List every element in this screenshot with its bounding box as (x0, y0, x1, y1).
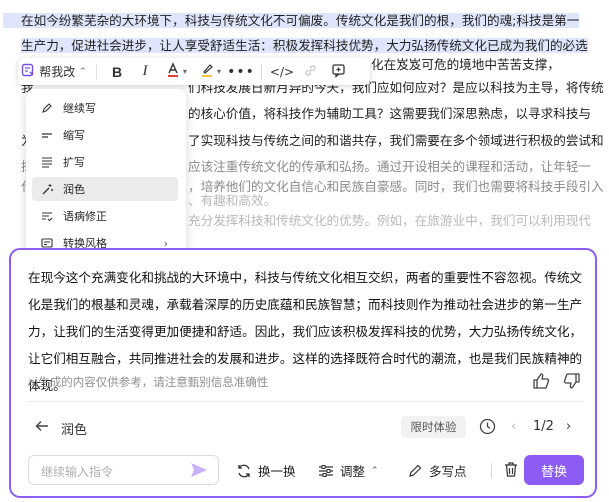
menu-item-grammar-fix[interactable]: 语病修正 (32, 204, 178, 228)
menu-item-shorten[interactable]: 缩写 (32, 123, 178, 147)
chevron-up-icon: ⌃ (371, 465, 379, 476)
prompt-input-box[interactable] (28, 455, 219, 485)
selected-text-2: 生产力，促进社会进步，让人享受舒适生活：积极发挥科技优势，大力弘扬传统文化已成为… (21, 38, 588, 53)
menu-item-expand[interactable]: 扩写 (32, 150, 178, 174)
chevron-right-icon: › (566, 419, 572, 434)
adjust-label: 调整 (340, 464, 366, 479)
ai-disclaimer: ai生成的内容仅供参考，请注意甄别信息准确性 (28, 375, 269, 389)
current-action-label: 润色 (61, 423, 88, 438)
adjust-button[interactable]: 调整 ⌃ (318, 461, 379, 480)
shorten-icon (40, 129, 54, 141)
chevron-left-icon: ‹ (511, 419, 517, 434)
write-more-button[interactable]: 多写点 (408, 461, 467, 480)
action-divider (491, 463, 492, 478)
toolbar-divider (96, 63, 97, 80)
bold-button[interactable]: B (103, 58, 131, 85)
trash-icon (505, 462, 517, 477)
doc-text: 、有趣和高效。 (188, 193, 277, 208)
doc-text: 化在岌岌可危的境地中苦苦支撑， (371, 57, 560, 72)
help-me-edit-menu: 继续写 缩写 扩写 润色 语病修正 转换风格 › (26, 89, 186, 261)
format-toolbar: 帮我改 ⌃ B I ▾ ▾ ••• </> (18, 58, 370, 85)
help-me-edit-button[interactable]: 帮我改 ⌃ (18, 58, 90, 85)
menu-item-label: 缩写 (63, 129, 85, 142)
highlighter-icon (199, 62, 215, 81)
history-button[interactable] (479, 418, 496, 439)
comment-button[interactable] (324, 58, 352, 85)
regenerate-button[interactable]: 换一换 (236, 461, 296, 480)
code-icon: </> (269, 64, 295, 79)
code-button[interactable]: </> (268, 58, 296, 85)
doc-text: 的核心价值，将科技作为辅助工具？这需要我们深思熟虑，以寻求科技与 (188, 106, 591, 121)
doc-line-5: 的核心价值，将科技作为辅助工具？这需要我们深思熟虑，以寻求科技与 (188, 101, 591, 128)
menu-item-label: 语病修正 (63, 210, 107, 223)
page-indicator: 1/2 (533, 419, 554, 434)
link-icon (303, 63, 318, 81)
menu-item-polish[interactable]: 润色 (32, 177, 178, 201)
text-color-button[interactable]: ▾ (159, 58, 193, 85)
result-nav-row: 润色 限时体验 ‹ 1/2 › (28, 416, 584, 440)
thumbs-up-button[interactable] (532, 372, 550, 390)
back-button[interactable] (34, 418, 50, 438)
magic-wand-icon (40, 183, 54, 196)
send-button[interactable] (190, 462, 208, 482)
chevron-down-icon: ▾ (216, 67, 221, 76)
menu-item-label: 扩写 (63, 156, 85, 169)
prompt-input[interactable] (39, 462, 183, 481)
chevron-down-icon: ⌃ (79, 66, 87, 77)
comment-icon (331, 63, 346, 81)
thumbs-down-icon (563, 373, 581, 394)
clock-icon (479, 418, 496, 435)
highlight-button[interactable]: ▾ (193, 58, 227, 85)
text-color-icon (165, 62, 181, 81)
chevron-down-icon: ▾ (182, 67, 187, 76)
link-button[interactable] (296, 58, 324, 85)
toolbar-divider (261, 63, 262, 80)
doc-line-1: 在如今纷繁芜杂的大环境下，科技与传统文化不可偏废。传统文化是我们的根，我们的魂;… (3, 8, 580, 35)
help-me-edit-label: 帮我改 (39, 65, 76, 79)
menu-item-label: 继续写 (63, 102, 96, 115)
thumbs-up-icon (532, 373, 550, 394)
refresh-icon (238, 464, 250, 477)
panel-divider (28, 401, 584, 402)
italic-button[interactable]: I (131, 58, 159, 85)
doc-line-10: 充分发挥科技和传统文化的优势。例如，在旅游业中，我们可以利用现代 (188, 208, 591, 235)
prev-result-button[interactable]: ‹ (511, 419, 516, 434)
selected-text-1: 在如今纷繁芜杂的大环境下，科技与传统文化不可偏废。传统文化是我们的根，我们的魂;… (3, 13, 580, 28)
menu-item-continue-writing[interactable]: 继续写 (32, 96, 178, 120)
doc-text: 应该注重传统文化的传承和弘扬。通过开设相关的课程和活动，让年轻一 (188, 159, 591, 174)
pen-icon (40, 102, 54, 114)
bold-icon: B (111, 63, 123, 80)
thumbs-down-button[interactable] (563, 372, 581, 390)
regenerate-label: 换一换 (258, 464, 296, 479)
pen-icon (409, 464, 422, 477)
send-icon (191, 463, 207, 477)
next-result-button[interactable]: › (566, 419, 571, 434)
expand-icon (40, 156, 54, 168)
more-button[interactable]: ••• (227, 58, 255, 85)
doc-text: 充分发挥科技和传统文化的优势。例如，在旅游业中，我们可以利用现代 (188, 213, 591, 228)
ai-edit-icon (21, 63, 35, 80)
arrow-left-icon (35, 421, 48, 431)
limited-trial-badge: 限时体验 (401, 416, 466, 438)
menu-item-label: 润色 (63, 183, 85, 196)
sliders-icon (319, 464, 333, 477)
more-icon: ••• (227, 63, 255, 80)
replace-button[interactable]: 替换 (524, 455, 584, 485)
doc-text: 了实现科技与传统之间的和谐共存，我们需要在多个领域进行积极的尝试和 (188, 133, 604, 148)
doc-line-6b: 了实现科技与传统之间的和谐共存，我们需要在多个领域进行积极的尝试和 (188, 128, 604, 155)
grammar-fix-icon (40, 210, 54, 222)
ai-result-panel: 在现今这个充满变化和挑战的大环境中，科技与传统文化相互交织，两者的重要性不容忽视… (9, 248, 597, 498)
italic-icon: I (142, 63, 148, 79)
action-bar: 换一换 调整 ⌃ 多写点 替换 (28, 455, 584, 485)
write-more-label: 多写点 (429, 464, 467, 479)
delete-button[interactable] (503, 461, 519, 482)
